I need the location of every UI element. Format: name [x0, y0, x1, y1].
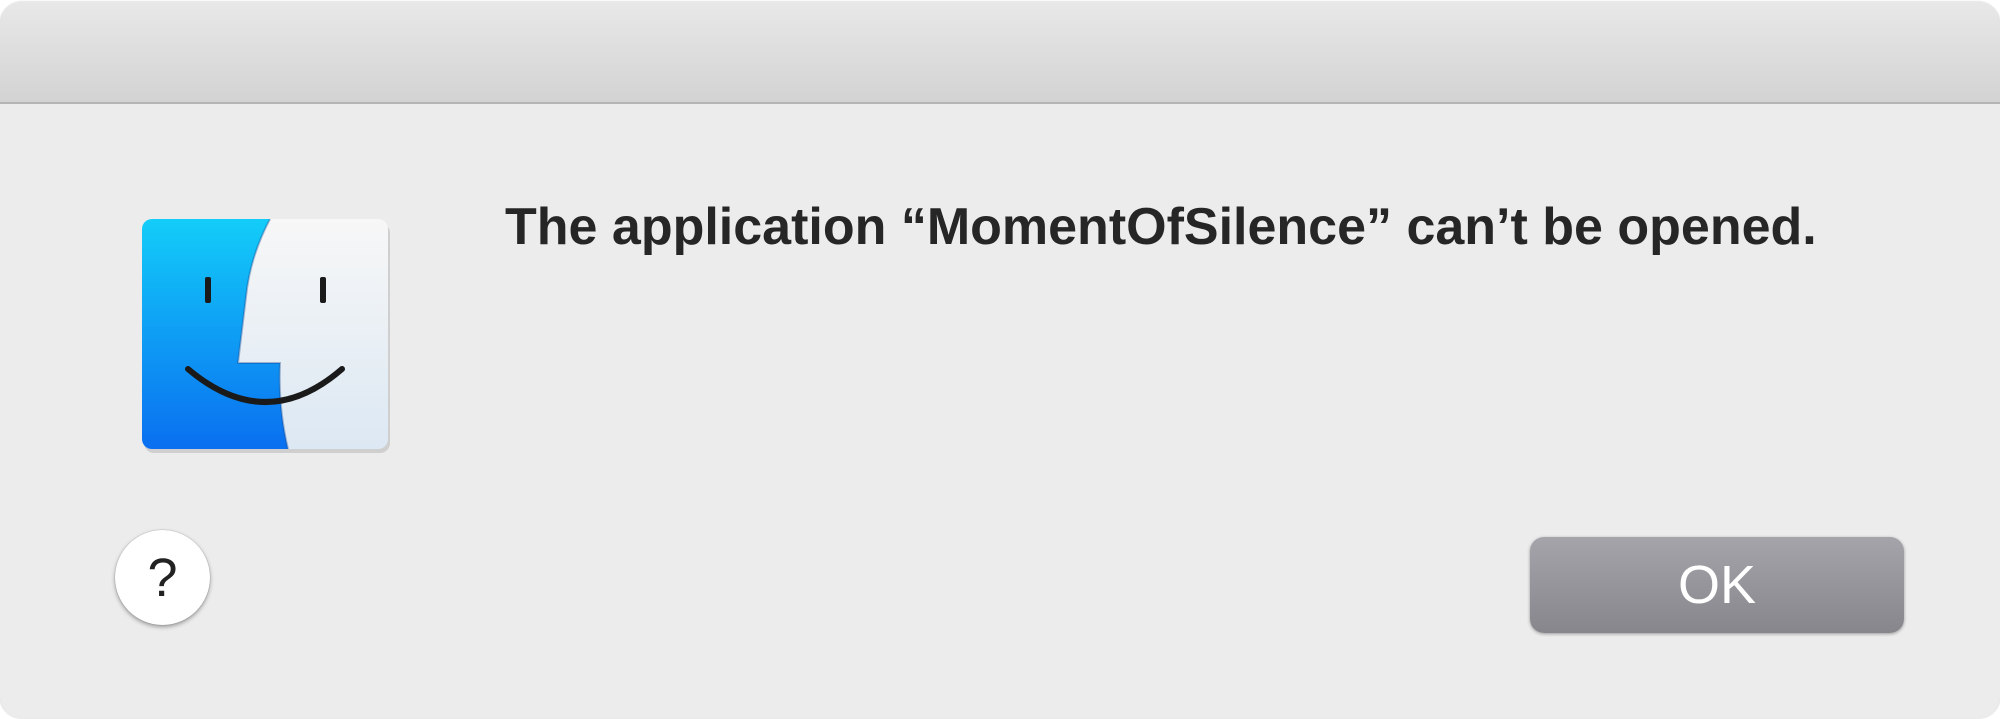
- finder-icon: [140, 217, 392, 455]
- ok-button[interactable]: OK: [1530, 537, 1904, 633]
- title-bar[interactable]: [0, 2, 2000, 104]
- alert-dialog: The application “MomentOfSilence” can’t …: [0, 2, 2000, 718]
- alert-message: The application “MomentOfSilence” can’t …: [505, 198, 1817, 256]
- question-mark-icon: ?: [147, 547, 178, 608]
- ok-button-label: OK: [1677, 555, 1757, 615]
- help-button[interactable]: ?: [115, 530, 210, 625]
